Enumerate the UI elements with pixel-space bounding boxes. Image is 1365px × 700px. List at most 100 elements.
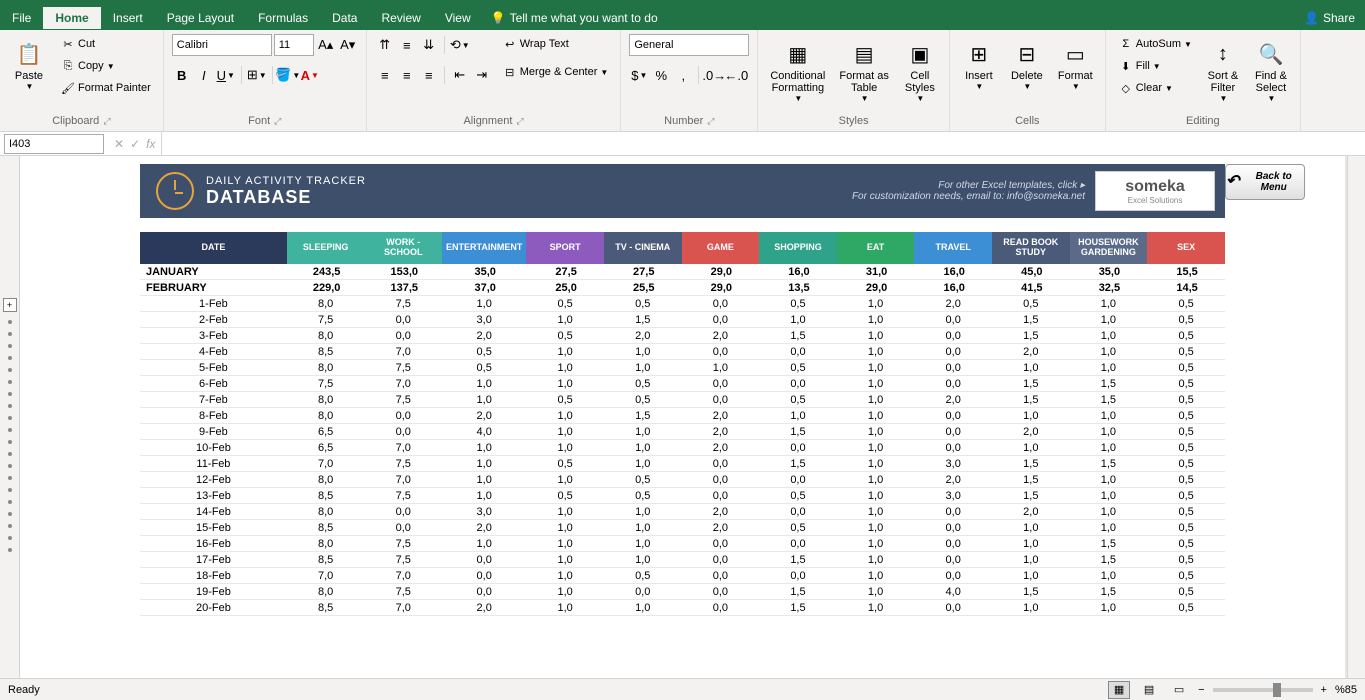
table-row[interactable]: 4-Feb8,57,00,51,01,00,00,01,00,02,01,00,… xyxy=(140,344,1225,360)
table-row[interactable]: 19-Feb8,07,50,01,00,00,01,51,04,01,51,50… xyxy=(140,584,1225,600)
column-header[interactable]: READ BOOK STUDY xyxy=(992,232,1070,264)
cancel-icon[interactable]: ✕ xyxy=(114,137,124,151)
percent-icon[interactable]: % xyxy=(651,65,671,85)
table-row[interactable]: 6-Feb7,57,01,01,00,50,00,01,00,01,51,50,… xyxy=(140,376,1225,392)
tell-me-search[interactable]: 💡 Tell me what you want to do xyxy=(491,11,658,25)
column-header[interactable]: DATE xyxy=(140,232,287,264)
borders-button[interactable]: ⊞▼ xyxy=(247,65,267,85)
share-button[interactable]: 👤 Share xyxy=(1304,11,1355,25)
column-header[interactable]: TRAVEL xyxy=(914,232,992,264)
table-row[interactable]: 1-Feb8,07,51,00,50,50,00,51,02,00,51,00,… xyxy=(140,296,1225,312)
fill-color-button[interactable]: 🪣▼ xyxy=(278,65,298,85)
table-row[interactable]: 8-Feb8,00,02,01,01,52,01,01,00,01,01,00,… xyxy=(140,408,1225,424)
name-box[interactable] xyxy=(4,134,104,154)
tab-view[interactable]: View xyxy=(433,7,483,29)
tab-file[interactable]: File xyxy=(0,7,43,29)
increase-indent-icon[interactable]: ⇥ xyxy=(472,65,492,85)
font-name-select[interactable] xyxy=(172,34,272,56)
align-middle-icon[interactable]: ≡ xyxy=(397,35,417,55)
autosum-button[interactable]: ΣAutoSum▼ xyxy=(1114,34,1196,54)
clipboard-launcher[interactable]: ⤢ xyxy=(103,116,110,127)
number-format-select[interactable] xyxy=(629,34,749,56)
paste-button[interactable]: 📋 Paste ▼ xyxy=(8,34,50,95)
table-row[interactable]: 20-Feb8,57,02,01,01,00,01,51,00,01,01,00… xyxy=(140,600,1225,616)
view-page-layout-button[interactable]: ▤ xyxy=(1138,681,1160,699)
font-launcher[interactable]: ⤢ xyxy=(274,116,281,127)
increase-decimal-icon[interactable]: .0→ xyxy=(704,65,724,85)
tab-formulas[interactable]: Formulas xyxy=(246,7,320,29)
enter-icon[interactable]: ✓ xyxy=(130,137,140,151)
italic-button[interactable]: I xyxy=(194,65,214,85)
cell-styles-button[interactable]: ▣Cell Styles▼ xyxy=(899,34,941,107)
table-row[interactable]: 17-Feb8,57,50,01,01,00,01,51,00,01,01,50… xyxy=(140,552,1225,568)
table-row[interactable]: 5-Feb8,07,50,51,01,01,00,51,00,01,01,00,… xyxy=(140,360,1225,376)
table-row[interactable]: 2-Feb7,50,03,01,01,50,01,01,00,01,51,00,… xyxy=(140,312,1225,328)
table-row[interactable]: 14-Feb8,00,03,01,01,02,00,01,00,02,01,00… xyxy=(140,504,1225,520)
table-row[interactable]: 13-Feb8,57,51,00,50,50,00,51,03,01,51,00… xyxy=(140,488,1225,504)
align-bottom-icon[interactable]: ⇊ xyxy=(419,35,439,55)
column-header[interactable]: SHOPPING xyxy=(759,232,837,264)
outline-expand-1[interactable]: + xyxy=(3,298,17,312)
column-header[interactable]: SPORT xyxy=(526,232,604,264)
copy-button[interactable]: ⎘Copy▼ xyxy=(56,56,155,76)
zoom-in-button[interactable]: + xyxy=(1321,684,1327,696)
orientation-icon[interactable]: ⟲▼ xyxy=(450,35,470,55)
sort-filter-button[interactable]: ↕Sort & Filter▼ xyxy=(1202,34,1244,107)
decrease-indent-icon[interactable]: ⇤ xyxy=(450,65,470,85)
column-header[interactable]: HOUSEWORK GARDENING xyxy=(1070,232,1148,264)
formula-input[interactable] xyxy=(162,134,1365,154)
align-center-icon[interactable]: ≡ xyxy=(397,65,417,85)
insert-cells-button[interactable]: ⊞Insert▼ xyxy=(958,34,1000,95)
format-as-table-button[interactable]: ▤Format as Table▼ xyxy=(835,34,893,107)
decrease-decimal-icon[interactable]: ←.0 xyxy=(726,65,746,85)
table-row[interactable]: 15-Feb8,50,02,01,01,02,00,51,00,01,01,00… xyxy=(140,520,1225,536)
table-row[interactable]: 18-Feb7,07,00,01,00,50,00,01,00,01,01,00… xyxy=(140,568,1225,584)
column-header[interactable]: EAT xyxy=(837,232,915,264)
bold-button[interactable]: B xyxy=(172,65,192,85)
align-left-icon[interactable]: ≡ xyxy=(375,65,395,85)
increase-font-icon[interactable]: A▴ xyxy=(316,35,336,55)
tab-insert[interactable]: Insert xyxy=(101,7,155,29)
column-header[interactable]: SEX xyxy=(1147,232,1225,264)
zoom-out-button[interactable]: − xyxy=(1198,684,1204,696)
merge-center-button[interactable]: ⊟Merge & Center▼ xyxy=(498,62,613,82)
table-row[interactable]: 9-Feb6,50,04,01,01,02,01,51,00,02,01,00,… xyxy=(140,424,1225,440)
table-row[interactable]: 12-Feb8,07,01,01,00,50,00,01,02,01,51,00… xyxy=(140,472,1225,488)
comma-icon[interactable]: , xyxy=(673,65,693,85)
align-right-icon[interactable]: ≡ xyxy=(419,65,439,85)
table-row[interactable]: 16-Feb8,07,51,01,01,00,00,01,00,01,01,50… xyxy=(140,536,1225,552)
font-color-button[interactable]: A▼ xyxy=(300,65,320,85)
table-row[interactable]: 11-Feb7,07,51,00,51,00,01,51,03,01,51,50… xyxy=(140,456,1225,472)
fill-button[interactable]: ⬇Fill▼ xyxy=(1114,56,1196,76)
cut-button[interactable]: ✂Cut xyxy=(56,34,155,54)
tab-data[interactable]: Data xyxy=(320,7,369,29)
column-header[interactable]: TV - CINEMA xyxy=(604,232,682,264)
align-top-icon[interactable]: ⇈ xyxy=(375,35,395,55)
column-header[interactable]: GAME xyxy=(682,232,760,264)
alignment-launcher[interactable]: ⤢ xyxy=(516,116,523,127)
format-cells-button[interactable]: ▭Format▼ xyxy=(1054,34,1097,95)
tab-page-layout[interactable]: Page Layout xyxy=(155,7,246,29)
find-select-button[interactable]: 🔍Find & Select▼ xyxy=(1250,34,1292,107)
delete-cells-button[interactable]: ⊟Delete▼ xyxy=(1006,34,1048,95)
month-summary-row[interactable]: FEBRUARY229,0137,537,025,025,529,013,529… xyxy=(140,280,1225,296)
view-page-break-button[interactable]: ▭ xyxy=(1168,681,1190,699)
clear-button[interactable]: ◇Clear▼ xyxy=(1114,78,1196,98)
activity-table[interactable]: DATESLEEPINGWORK - SCHOOLENTERTAINMENTSP… xyxy=(140,232,1225,616)
column-header[interactable]: SLEEPING xyxy=(287,232,365,264)
fx-icon[interactable]: fx xyxy=(146,137,155,151)
table-row[interactable]: 10-Feb6,57,01,01,01,02,00,01,00,01,01,00… xyxy=(140,440,1225,456)
font-size-select[interactable] xyxy=(274,34,314,56)
conditional-formatting-button[interactable]: ▦Conditional Formatting▼ xyxy=(766,34,829,107)
column-header[interactable]: ENTERTAINMENT xyxy=(442,232,526,264)
zoom-slider[interactable] xyxy=(1213,688,1313,692)
tab-home[interactable]: Home xyxy=(43,7,100,29)
number-launcher[interactable]: ⤢ xyxy=(707,116,714,127)
table-row[interactable]: 3-Feb8,00,02,00,52,02,01,51,00,01,51,00,… xyxy=(140,328,1225,344)
table-row[interactable]: 7-Feb8,07,51,00,50,50,00,51,02,01,51,50,… xyxy=(140,392,1225,408)
back-to-menu-button[interactable]: ↶ Back to Menu xyxy=(1225,164,1305,200)
vertical-scrollbar[interactable] xyxy=(1347,156,1365,680)
currency-icon[interactable]: $▼ xyxy=(629,65,649,85)
underline-button[interactable]: U▼ xyxy=(216,65,236,85)
format-painter-button[interactable]: 🖌Format Painter xyxy=(56,78,155,98)
